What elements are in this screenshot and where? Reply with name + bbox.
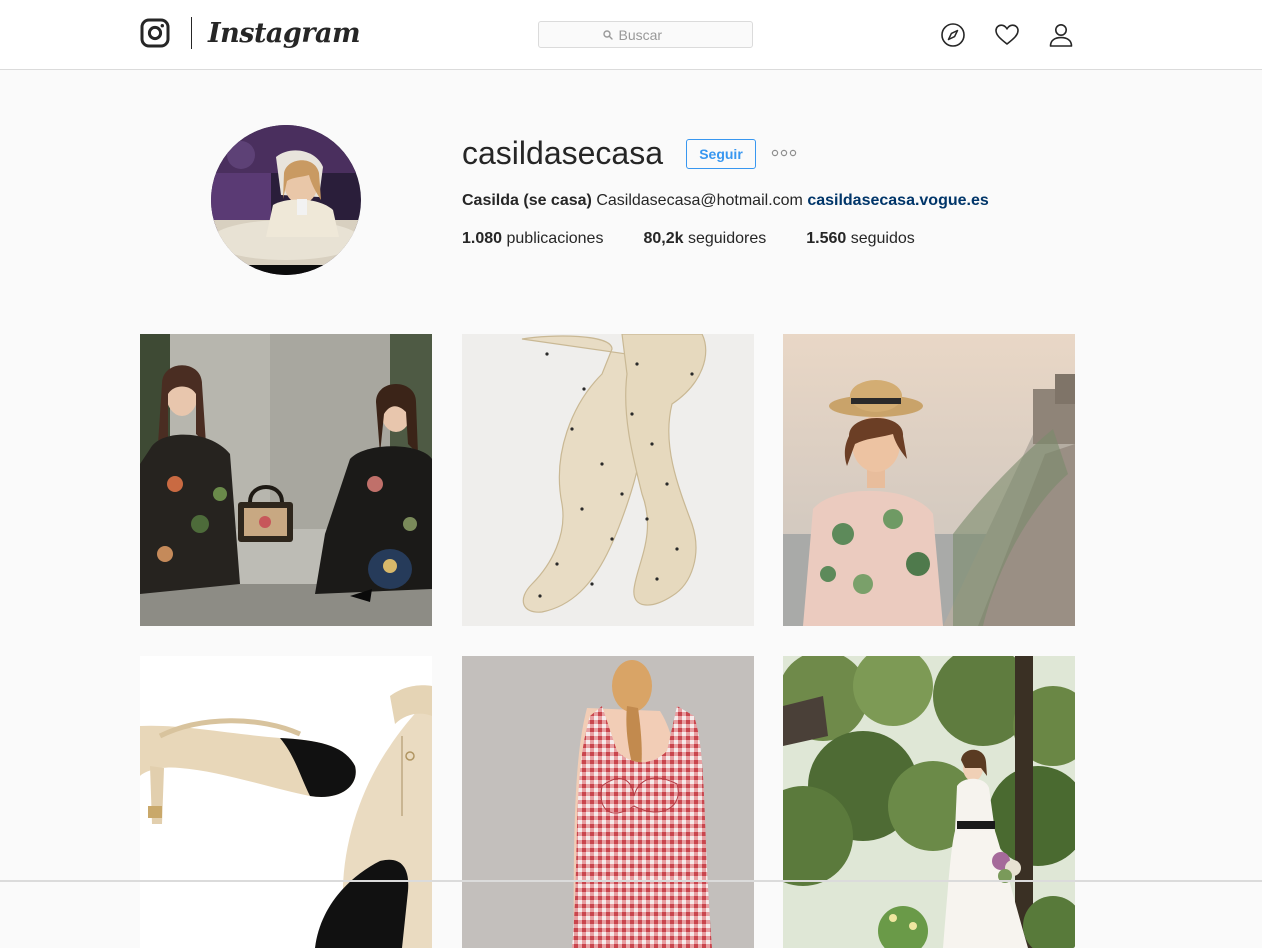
profile-full-name: Casilda (se casa) (462, 192, 592, 209)
follow-button[interactable]: Seguir (686, 139, 756, 169)
instagram-camera-icon[interactable] (140, 18, 170, 48)
followers-stat[interactable]: 80,2k seguidores (643, 229, 766, 249)
post-thumbnail[interactable] (462, 656, 754, 948)
profile-avatar (211, 125, 361, 275)
search-input[interactable] (618, 26, 689, 43)
compass-icon[interactable] (940, 22, 966, 48)
post-thumbnail[interactable] (783, 656, 1075, 948)
search-box[interactable] (538, 21, 753, 48)
profile-bio: Casilda (se casa) Casildasecasa@hotmail.… (462, 191, 989, 211)
followers-count: 80,2k (643, 230, 684, 247)
search-icon (602, 29, 613, 40)
post-thumbnail[interactable] (783, 334, 1075, 626)
following-stat[interactable]: 1.560 seguidos (806, 229, 915, 249)
profile-stats: 1.080 publicaciones 80,2k seguidores 1.5… (462, 229, 955, 249)
posts-label: publicaciones (506, 230, 604, 247)
following-count: 1.560 (806, 230, 847, 247)
heart-icon[interactable] (994, 22, 1020, 48)
posts-stat: 1.080 publicaciones (462, 229, 603, 249)
instagram-wordmark[interactable]: Instagram (208, 14, 361, 54)
logo-divider (191, 17, 192, 49)
post-thumbnail[interactable] (140, 656, 432, 948)
post-thumbnail[interactable] (140, 334, 432, 626)
ellipsis-icon[interactable] (770, 146, 798, 160)
followers-label: seguidores (687, 230, 767, 247)
profile-website-link[interactable]: casildasecasa.vogue.es (807, 192, 988, 209)
post-thumbnail[interactable] (462, 334, 754, 626)
following-label: seguidos (850, 230, 915, 247)
person-icon[interactable] (1048, 22, 1074, 48)
profile-username: casildasecasa (462, 135, 663, 171)
posts-count: 1.080 (462, 230, 503, 247)
top-navigation-bar: Instagram (0, 0, 1262, 70)
profile-email: Casildasecasa@hotmail.com (596, 192, 803, 209)
